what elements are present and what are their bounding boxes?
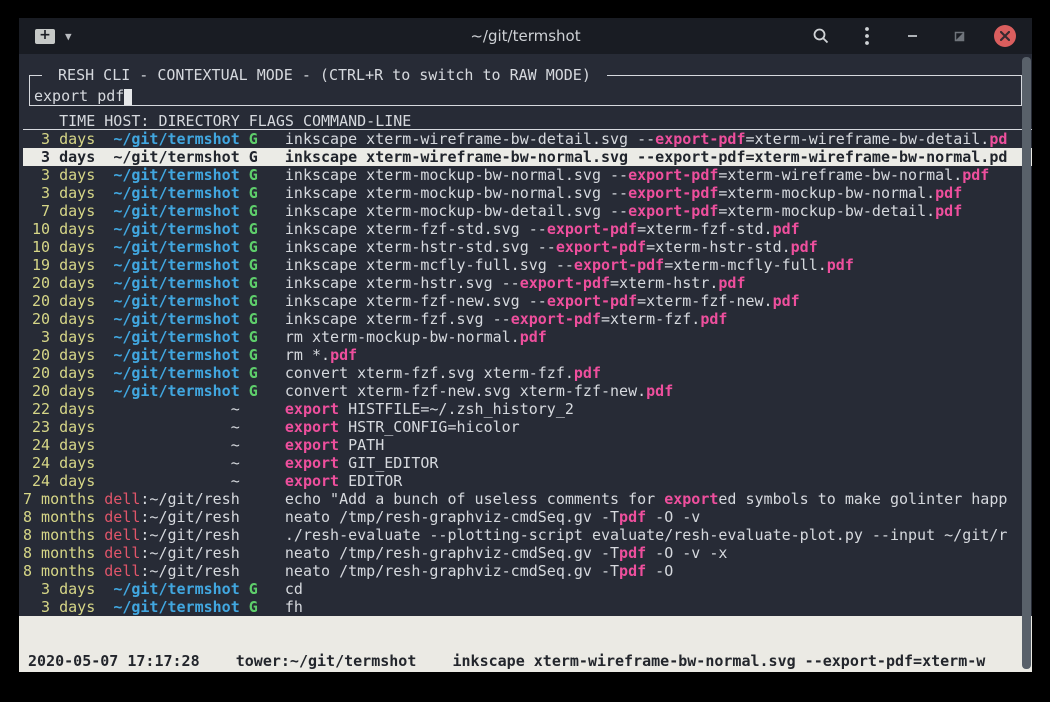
menu-button[interactable] bbox=[856, 25, 878, 47]
history-row[interactable]: 20 days ~/git/termshot G inkscape xterm-… bbox=[23, 274, 1032, 292]
titlebar[interactable]: ▼ ~/git/termshot bbox=[19, 18, 1032, 54]
history-row[interactable]: 19 days ~/git/termshot G inkscape xterm-… bbox=[23, 256, 1032, 274]
history-row[interactable]: 20 days ~/git/termshot G inkscape xterm-… bbox=[23, 310, 1032, 328]
history-row[interactable]: 7 days ~/git/termshot G inkscape xterm-m… bbox=[23, 202, 1032, 220]
history-row[interactable]: 7 months dell:~/git/resh echo "Add a bun… bbox=[23, 490, 1032, 508]
search-button[interactable] bbox=[810, 25, 832, 47]
history-row[interactable]: 8 months dell:~/git/resh neato /tmp/resh… bbox=[23, 544, 1032, 562]
history-row[interactable]: 3 days ~/git/termshot G fh bbox=[23, 598, 1032, 616]
history-row[interactable]: 20 days ~/git/termshot G rm *.pdf bbox=[23, 346, 1032, 364]
table-header: TIME HOST: DIRECTORY FLAGS COMMAND-LINE bbox=[23, 112, 1032, 130]
history-row[interactable]: 22 days ~ export HISTFILE=~/.zsh_history… bbox=[23, 400, 1032, 418]
history-row[interactable]: 23 days ~ export HSTR_CONFIG=hicolor bbox=[23, 418, 1032, 436]
new-tab-button[interactable] bbox=[35, 29, 55, 44]
history-row[interactable]: 24 days ~ export PATH bbox=[23, 436, 1032, 454]
history-row[interactable]: 10 days ~/git/termshot G inkscape xterm-… bbox=[23, 220, 1032, 238]
history-table-body: 3 days ~/git/termshot G inkscape xterm-w… bbox=[23, 130, 1032, 616]
scrollbar[interactable] bbox=[1022, 57, 1031, 669]
history-row[interactable]: 8 months dell:~/git/resh ./resh-evaluate… bbox=[23, 526, 1032, 544]
minimize-icon bbox=[907, 34, 919, 38]
history-row[interactable]: 3 days ~/git/termshot G cd bbox=[23, 580, 1032, 598]
history-row[interactable]: 20 days ~/git/termshot G inkscape xterm-… bbox=[23, 292, 1032, 310]
search-icon bbox=[812, 27, 830, 45]
history-row[interactable]: 20 days ~/git/termshot G convert xterm-f… bbox=[23, 364, 1032, 382]
kebab-menu-icon bbox=[864, 26, 870, 46]
history-row[interactable]: 3 days ~/git/termshot G inkscape xterm-m… bbox=[23, 166, 1032, 184]
close-icon bbox=[1000, 31, 1010, 41]
maximize-button[interactable] bbox=[948, 25, 970, 47]
history-row[interactable]: 8 months dell:~/git/resh neato /tmp/resh… bbox=[23, 508, 1032, 526]
history-row[interactable]: 3 days ~/git/termshot G inkscape xterm-m… bbox=[23, 184, 1032, 202]
search-input[interactable]: export pdf bbox=[34, 87, 124, 105]
close-button[interactable] bbox=[994, 25, 1016, 47]
history-row[interactable]: 24 days ~ export GIT_EDITOR bbox=[23, 454, 1032, 472]
minimize-button[interactable] bbox=[902, 25, 924, 47]
history-row[interactable]: 8 months dell:~/git/resh neato /tmp/resh… bbox=[23, 562, 1032, 580]
search-box-title: RESH CLI - CONTEXTUAL MODE - (CTRL+R to … bbox=[42, 66, 607, 84]
history-row[interactable]: 3 days ~/git/termshot G inkscape xterm-w… bbox=[23, 130, 1032, 148]
history-row[interactable]: 20 days ~/git/termshot G convert xterm-f… bbox=[23, 382, 1032, 400]
terminal-content: RESH CLI - CONTEXTUAL MODE - (CTRL+R to … bbox=[19, 54, 1032, 672]
history-row[interactable]: 10 days ~/git/termshot G inkscape xterm-… bbox=[23, 238, 1032, 256]
detail-line-1: 2020-05-07 17:17:28 tower:~/git/termshot… bbox=[19, 652, 1032, 670]
new-tab-icon bbox=[35, 29, 55, 44]
history-row[interactable]: 24 days ~ export EDITOR bbox=[23, 472, 1032, 490]
text-cursor bbox=[124, 89, 132, 105]
detail-panel: 2020-05-07 17:17:28 tower:~/git/termshot… bbox=[19, 616, 1032, 672]
chevron-down-icon[interactable]: ▼ bbox=[65, 30, 72, 43]
maximize-icon bbox=[954, 31, 965, 42]
search-box[interactable]: RESH CLI - CONTEXTUAL MODE - (CTRL+R to … bbox=[29, 66, 1022, 106]
history-row[interactable]: 3 days ~/git/termshot G rm xterm-mockup-… bbox=[23, 328, 1032, 346]
history-row[interactable]: 3 days ~/git/termshot G inkscape xterm-w… bbox=[23, 148, 1032, 166]
terminal-window: ▼ ~/git/termshot bbox=[19, 18, 1032, 672]
